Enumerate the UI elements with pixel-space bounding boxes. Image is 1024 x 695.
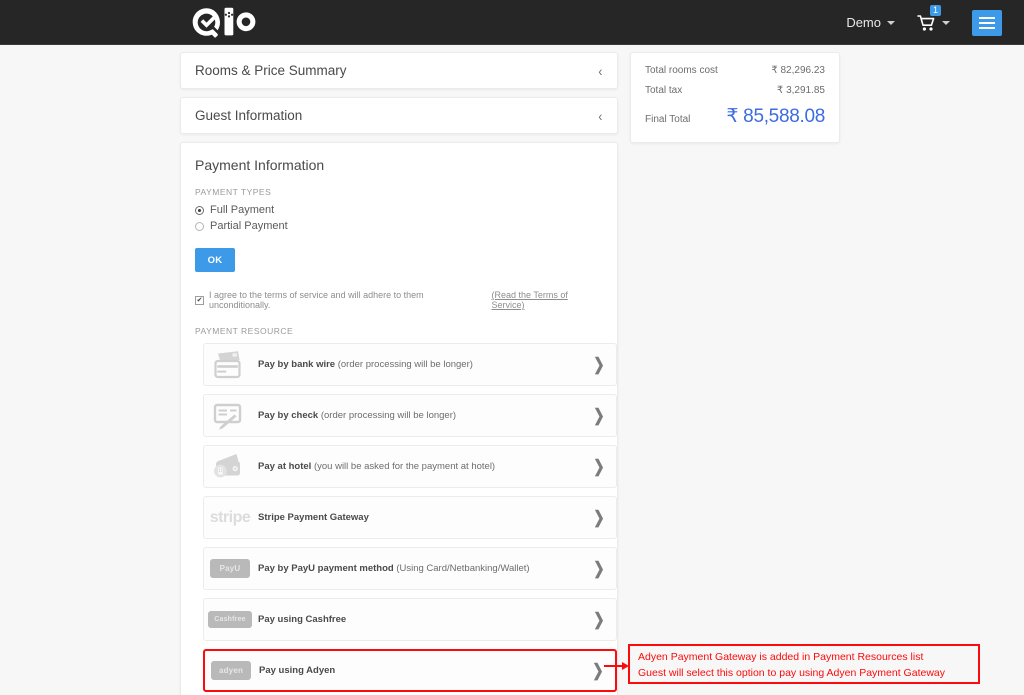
payment-resource-name: Pay by PayU payment method	[258, 563, 394, 574]
payment-resource-note: (Using Card/Netbanking/Wallet)	[393, 563, 530, 574]
payment-resource-row-cashfree[interactable]: Cashfree Pay using Cashfree ❯	[203, 598, 617, 641]
terms-of-service-link[interactable]: (Read the Terms of Service)	[492, 290, 604, 310]
header-right-group: Demo 1	[846, 0, 1002, 45]
hamburger-menu-button[interactable]	[972, 9, 1002, 36]
annotation-callout: Adyen Payment Gateway is added in Paymen…	[628, 644, 980, 684]
payment-resource-name: Pay at hotel	[258, 461, 312, 472]
chevron-left-icon[interactable]: ‹	[599, 64, 603, 78]
terms-checkbox[interactable]	[195, 295, 204, 305]
terms-agreement-row: I agree to the terms of service and will…	[195, 290, 603, 310]
payment-resource-row-payu[interactable]: PayU Pay by PayU payment method (Using C…	[203, 547, 617, 590]
payu-logo-icon: PayU	[204, 547, 256, 590]
account-menu-label: Demo	[846, 15, 881, 30]
summary-row-final-total: Final Total ₹ 85,588.08	[645, 105, 825, 128]
stripe-wordmark: stripe	[209, 508, 251, 526]
radio-full-payment[interactable]: Full Payment	[195, 204, 603, 216]
annotation-line-2: Guest will select this option to pay usi…	[638, 667, 945, 679]
summary-label: Total rooms cost	[645, 65, 718, 76]
bank-card-icon	[204, 343, 256, 386]
check-pen-icon	[204, 394, 256, 437]
panel-title: Guest Information	[195, 108, 303, 123]
annotation-arrow-icon	[604, 662, 630, 671]
payment-resource-row-adyen[interactable]: adyen Pay using Adyen ❯	[203, 649, 617, 692]
radio-label: Full Payment	[210, 204, 275, 216]
payment-resource-text: Pay using Cashfree	[256, 614, 582, 625]
radio-icon[interactable]	[195, 221, 204, 231]
payment-resource-label: PAYMENT RESOURCE	[195, 326, 294, 336]
panel-payment-information: Payment Information PAYMENT TYPES Full P…	[180, 142, 618, 695]
payment-resource-name: Pay by bank wire	[258, 359, 336, 370]
payment-resource-text: Pay by bank wire (order processing will …	[256, 359, 582, 370]
hamburger-icon-bar	[979, 16, 995, 19]
site-logo[interactable]	[186, 4, 262, 42]
radio-partial-payment[interactable]: Partial Payment	[195, 220, 603, 232]
panel-rooms-price-summary[interactable]: Rooms & Price Summary ‹	[180, 52, 618, 89]
payment-resource-note: (you will be asked for the payment at ho…	[311, 461, 496, 472]
checkout-left-column: Rooms & Price Summary ‹ Guest Informatio…	[180, 52, 618, 695]
top-header: Demo 1	[0, 0, 1024, 45]
radio-label: Partial Payment	[210, 220, 288, 232]
summary-final-value: ₹ 85,588.08	[726, 106, 825, 127]
summary-value: ₹ 3,291.85	[776, 85, 825, 96]
account-menu[interactable]: Demo	[846, 15, 895, 30]
chevron-right-icon[interactable]: ❯	[585, 407, 612, 424]
adyen-logo-icon: adyen	[205, 649, 257, 692]
stripe-logo-icon: stripe	[204, 496, 256, 539]
payment-resource-name: Pay using Adyen	[259, 665, 336, 676]
summary-value: ₹ 82,296.23	[771, 65, 825, 76]
chevron-left-icon[interactable]: ‹	[599, 109, 603, 123]
summary-row-rooms-cost: Total rooms cost ₹ 82,296.23	[645, 65, 825, 76]
panel-guest-information[interactable]: Guest Information ‹	[180, 97, 618, 134]
terms-text: I agree to the terms of service and will…	[209, 290, 424, 310]
summary-row-tax: Total tax ₹ 3,291.85	[645, 85, 825, 96]
cashfree-chip: Cashfree	[208, 611, 252, 628]
payment-resource-note: (order processing will be longer)	[318, 410, 457, 421]
cart-count-badge: 1	[930, 4, 942, 16]
chevron-right-icon[interactable]: ❯	[585, 560, 612, 577]
payment-resource-text: Pay at hotel (you will be asked for the …	[256, 461, 582, 472]
payment-resource-note: (order processing will be longer)	[335, 359, 473, 370]
payu-chip: PayU	[210, 559, 250, 578]
cart-icon	[917, 14, 935, 31]
payment-resource-row-check[interactable]: Pay by check (order processing will be l…	[203, 394, 617, 437]
ok-button[interactable]: OK	[195, 248, 235, 272]
hamburger-icon-bar	[979, 26, 995, 29]
payment-resource-name: Pay using Cashfree	[258, 614, 347, 625]
arrow-shaft	[604, 665, 624, 667]
payment-resource-row-stripe[interactable]: stripe Stripe Payment Gateway ❯	[203, 496, 617, 539]
cart-button[interactable]: 1	[917, 4, 950, 32]
summary-label: Final Total	[645, 114, 691, 125]
chevron-right-icon[interactable]: ❯	[585, 611, 612, 628]
cashfree-logo-icon: Cashfree	[204, 598, 256, 641]
panel-title: Rooms & Price Summary	[195, 63, 347, 78]
payment-resource-text: Pay by PayU payment method (Using Card/N…	[256, 563, 582, 574]
payment-resource-row-bank-wire[interactable]: Pay by bank wire (order processing will …	[203, 343, 617, 386]
annotation-line-1: Adyen Payment Gateway is added in Paymen…	[638, 651, 924, 663]
checkout-right-column: Total rooms cost ₹ 82,296.23 Total tax ₹…	[630, 52, 840, 143]
chevron-right-icon[interactable]: ❯	[585, 356, 612, 373]
payment-information-title: Payment Information	[195, 157, 325, 173]
order-summary-card: Total rooms cost ₹ 82,296.23 Total tax ₹…	[630, 52, 840, 143]
chevron-down-icon	[887, 20, 895, 25]
payment-resource-name: Pay by check	[258, 410, 319, 421]
chevron-right-icon[interactable]: ❯	[585, 509, 612, 526]
cart-chevron-down-icon	[942, 20, 950, 25]
chevron-right-icon[interactable]: ❯	[585, 458, 612, 475]
payment-resource-list: Pay by bank wire (order processing will …	[195, 343, 617, 695]
payment-resource-text: Stripe Payment Gateway	[256, 512, 582, 523]
wallet-coin-icon	[204, 445, 256, 488]
qloapps-logo-icon	[192, 7, 256, 38]
payment-resource-text: Pay using Adyen	[257, 665, 581, 676]
payment-resource-row-pay-at-hotel[interactable]: Pay at hotel (you will be asked for the …	[203, 445, 617, 488]
payment-resource-text: Pay by check (order processing will be l…	[256, 410, 582, 421]
adyen-chip: adyen	[211, 661, 251, 680]
hamburger-icon-bar	[979, 21, 995, 24]
payment-types-label: PAYMENT TYPES	[195, 187, 272, 197]
payment-resource-name: Stripe Payment Gateway	[258, 512, 369, 523]
radio-icon-selected[interactable]	[195, 205, 204, 215]
summary-label: Total tax	[645, 85, 683, 96]
